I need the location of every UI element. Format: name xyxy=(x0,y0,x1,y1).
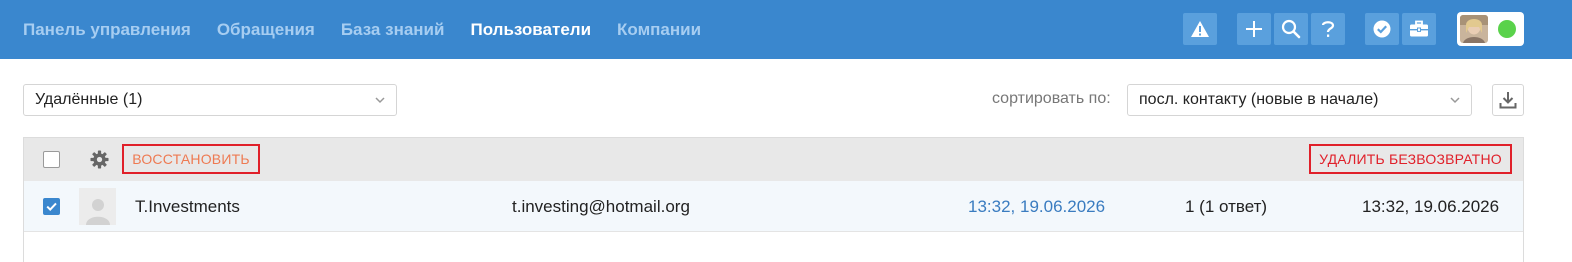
sort-value: посл. контакту (новые в начале) xyxy=(1139,91,1379,108)
user-email: t.investing@hotmail.org xyxy=(512,197,690,216)
create-button[interactable] xyxy=(1237,13,1271,45)
plus-icon xyxy=(1246,21,1262,37)
user-menu[interactable] xyxy=(1457,12,1524,46)
main-nav: Панель управления Обращения База знаний … xyxy=(23,0,727,59)
gear-icon[interactable] xyxy=(90,150,109,169)
alerts-button[interactable] xyxy=(1183,13,1217,45)
help-icon xyxy=(1321,21,1335,37)
warning-icon xyxy=(1191,21,1209,37)
user-last-contact[interactable]: 13:32, 19.06.2026 xyxy=(968,181,1105,232)
help-button[interactable] xyxy=(1311,13,1345,45)
top-navigation-bar: Панель управления Обращения База знаний … xyxy=(0,0,1572,59)
sort-label: сортировать по: xyxy=(992,90,1111,107)
nav-companies[interactable]: Компании xyxy=(617,20,701,40)
download-icon xyxy=(1499,92,1517,109)
export-button[interactable] xyxy=(1492,84,1524,116)
nav-users[interactable]: Пользователи xyxy=(470,20,591,40)
nav-knowledge-base[interactable]: База знаний xyxy=(341,20,445,40)
portfolio-button[interactable] xyxy=(1402,13,1436,45)
chevron-down-icon xyxy=(1450,97,1460,104)
user-name[interactable]: T.Investments xyxy=(135,181,240,232)
briefcase-icon xyxy=(1410,20,1428,37)
sort-select[interactable]: посл. контакту (новые в начале) xyxy=(1127,84,1472,116)
table-row[interactable]: T.Investments t.investing@hotmail.org 13… xyxy=(24,181,1523,232)
nav-tickets[interactable]: Обращения xyxy=(217,20,315,40)
user-filter-select[interactable]: Удалённые (1) xyxy=(23,84,397,116)
restore-button[interactable]: ВОССТАНОВИТЬ xyxy=(122,144,260,174)
delete-permanently-button[interactable]: УДАЛИТЬ БЕЗВОЗВРАТНО xyxy=(1309,144,1512,174)
table-header: ВОССТАНОВИТЬ УДАЛИТЬ БЕЗВОЗВРАТНО xyxy=(24,138,1523,181)
nav-dashboard[interactable]: Панель управления xyxy=(23,20,191,40)
search-icon xyxy=(1281,19,1301,39)
row-checkbox[interactable] xyxy=(43,198,60,215)
user-avatar-placeholder xyxy=(79,188,116,225)
online-status-indicator xyxy=(1498,20,1516,38)
select-all-checkbox[interactable] xyxy=(43,151,60,168)
user-silhouette-icon xyxy=(85,199,110,225)
tasks-button[interactable] xyxy=(1365,13,1399,45)
user-created-at: 13:32, 19.06.2026 xyxy=(1362,197,1500,216)
avatar xyxy=(1460,15,1488,43)
user-filter-value: Удалённые (1) xyxy=(35,91,143,108)
search-button[interactable] xyxy=(1274,13,1308,45)
user-tickets-count: 1 (1 ответ) xyxy=(1185,197,1268,216)
checkmark-icon xyxy=(46,202,57,212)
check-badge-icon xyxy=(1373,20,1391,38)
users-table: ВОССТАНОВИТЬ УДАЛИТЬ БЕЗВОЗВРАТНО T.Inve… xyxy=(23,137,1524,262)
chevron-down-icon xyxy=(375,97,385,104)
